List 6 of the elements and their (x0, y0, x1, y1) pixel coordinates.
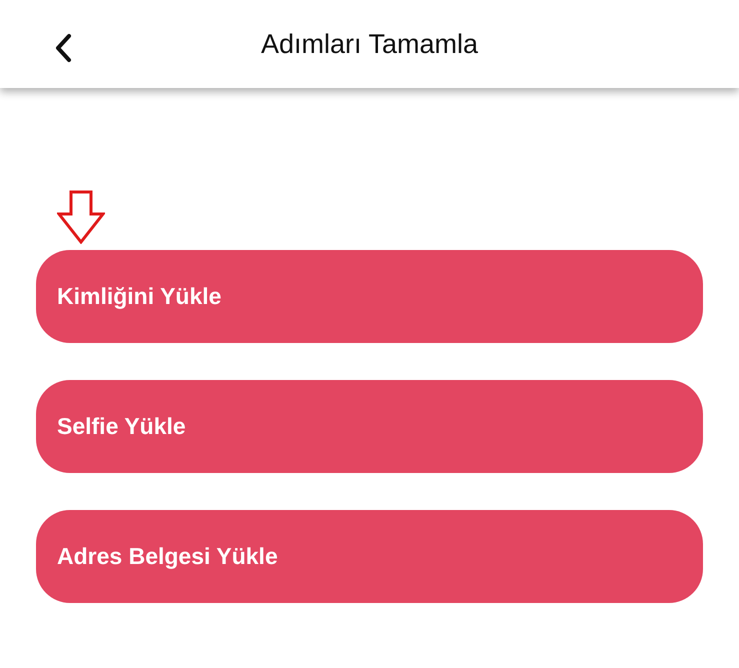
back-icon (54, 33, 72, 63)
screen-title: Adımları Tamamla (260, 28, 478, 61)
step-button[interactable]: Kimliğini Yükle (36, 250, 703, 343)
down-arrow-icon (57, 190, 105, 244)
step-button[interactable]: Adres Belgesi Yükle (36, 510, 703, 603)
step-button[interactable]: Selfie Yükle (36, 380, 703, 473)
